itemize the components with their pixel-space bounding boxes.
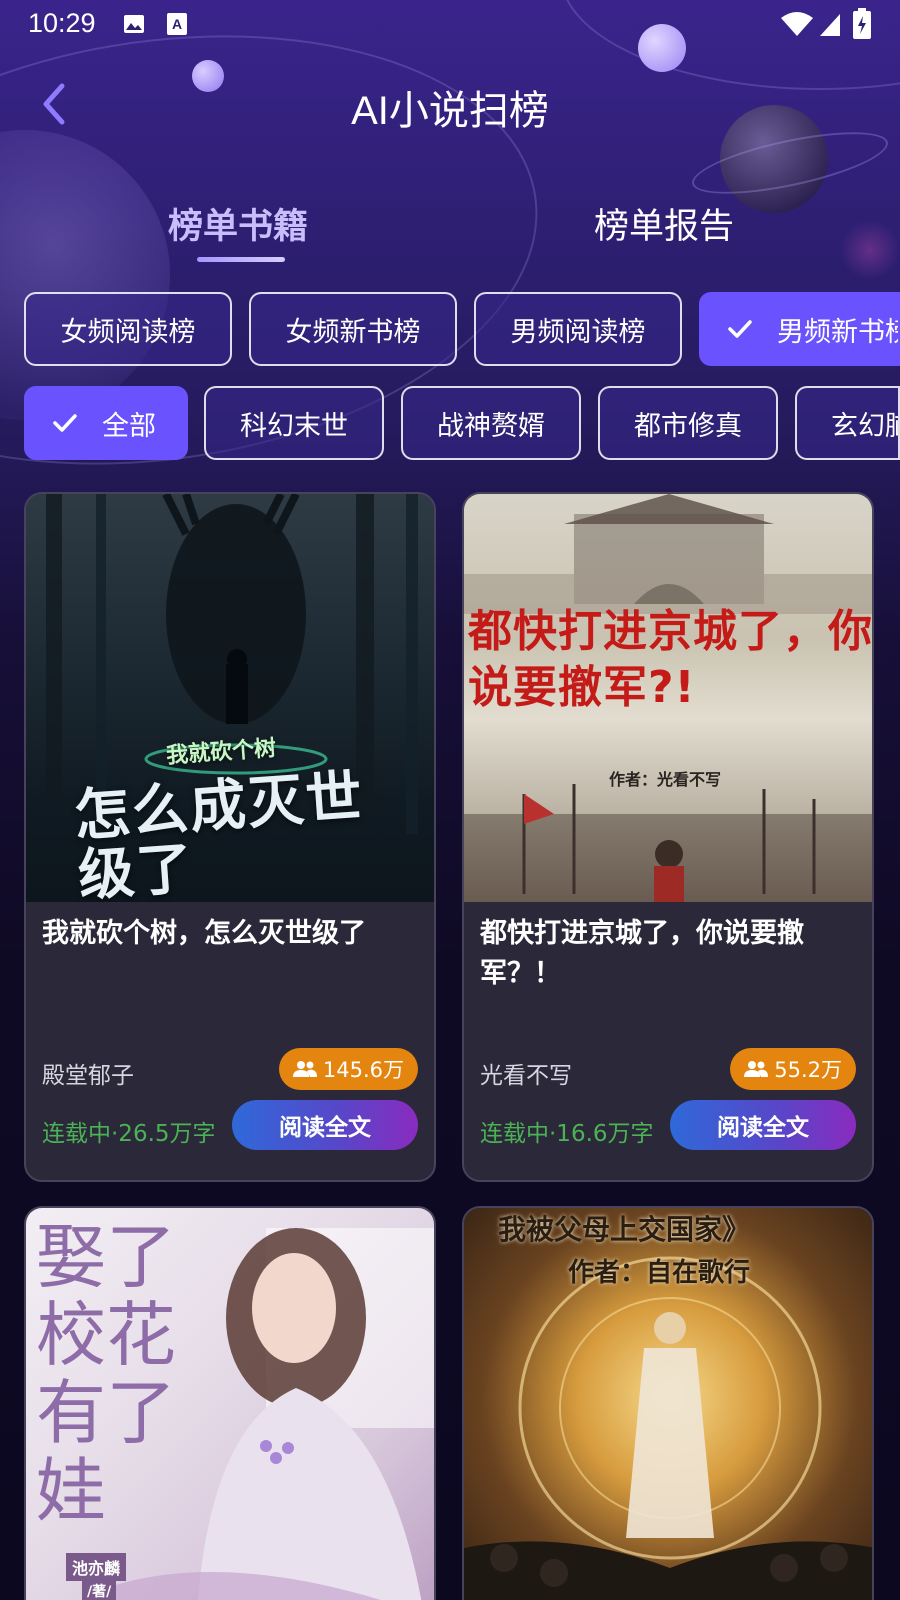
glow: [840, 220, 900, 280]
readers-badge: 55.2万: [730, 1048, 856, 1090]
book-cover: 娶了校花有了娃 池亦麟 /著/: [26, 1208, 434, 1600]
readers-count: 55.2万: [774, 1058, 842, 1082]
people-icon: [292, 1061, 317, 1077]
chip-label: 都市修真: [634, 410, 742, 442]
status-time: 10:29: [28, 8, 96, 38]
chip-label: 全部: [102, 410, 156, 442]
chip-genre-war-god[interactable]: 战神赘婿: [401, 386, 581, 460]
check-icon: [53, 414, 77, 432]
people-icon: [744, 1061, 769, 1077]
chip-label: 女频新书榜: [285, 316, 421, 348]
book-card[interactable]: 我就砍个树 怎么成灭世级了 我就砍个树，怎么灭世级了 殿堂郁子 145.6万 连…: [24, 492, 436, 1182]
chip-label: 男频阅读榜: [510, 316, 646, 348]
chip-label: 男频新书榜: [777, 316, 900, 348]
tab-ranked-reports[interactable]: 榜单报告: [594, 198, 734, 249]
book-author: 殿堂郁子: [42, 1063, 134, 1089]
book-cover: 都快打进京城了，你说要撤军?! 作者：光看不写: [464, 494, 873, 902]
chip-female-reading-rank[interactable]: 女频阅读榜: [24, 292, 232, 366]
cover-title: 娶了校花有了娃: [36, 1216, 176, 1532]
chip-label: 科幻末世: [240, 410, 348, 442]
book-title: 我就砍个树，怎么灭世级了: [42, 918, 366, 949]
readers-badge: 145.6万: [278, 1048, 418, 1090]
status-bar: 10:29 A: [0, 0, 900, 48]
font-icon: A: [167, 13, 187, 35]
chip-genre-scifi[interactable]: 科幻末世: [204, 386, 384, 460]
book-card[interactable]: 我被父母上交国家》 作者：自在歌行: [462, 1206, 874, 1600]
cover-title: 我被父母上交国家》: [498, 1213, 751, 1246]
tab-ranked-books[interactable]: 榜单书籍: [168, 198, 308, 249]
chip-female-new-rank[interactable]: 女频新书榜: [249, 292, 457, 366]
cover-author: 作者：自在歌行: [568, 1258, 751, 1288]
readers-count: 145.6万: [322, 1058, 404, 1082]
image-icon: [124, 15, 144, 33]
cover-author: 池亦麟: [66, 1553, 127, 1581]
book-author: 光看不写: [480, 1063, 572, 1089]
check-icon: [728, 320, 752, 338]
read-full-button[interactable]: 阅读全文: [670, 1100, 856, 1150]
serial-status: 连载中·16.6万字: [480, 1121, 654, 1147]
chip-male-new-rank[interactable]: 男频新书榜: [699, 292, 900, 366]
chip-male-reading-rank[interactable]: 男频阅读榜: [474, 292, 682, 366]
book-card[interactable]: 娶了校花有了娃 池亦麟 /著/: [24, 1206, 436, 1600]
chip-genre-urban[interactable]: 都市修真: [598, 386, 778, 460]
book-cover: 我被父母上交国家》 作者：自在歌行: [464, 1208, 872, 1600]
serial-status: 连载中·26.5万字: [42, 1121, 216, 1147]
chip-label: 玄幻脑: [831, 410, 898, 442]
tab-active-indicator: [197, 257, 285, 262]
book-card[interactable]: 都快打进京城了，你说要撤军?! 作者：光看不写 都快打进京城了，你说要撤军？！ …: [462, 492, 874, 1182]
page-title: AI小说扫榜: [351, 89, 549, 133]
chip-label: 女频阅读榜: [60, 316, 196, 348]
book-cover: 我就砍个树 怎么成灭世级了: [26, 494, 434, 902]
wifi-icon: [781, 12, 813, 36]
read-full-button[interactable]: 阅读全文: [232, 1100, 418, 1150]
cover-title: 都快打进京城了，你说要撤军?!: [468, 606, 873, 713]
chip-label: 战神赘婿: [437, 410, 545, 442]
battery-icon: [853, 8, 871, 39]
signal-icon: [820, 14, 840, 36]
cover-author-note: /著/: [82, 1580, 117, 1600]
cover-title: 怎么成灭世级了: [71, 764, 366, 902]
book-title: 都快打进京城了，你说要撤军？！: [480, 918, 804, 989]
chip-genre-fantasy[interactable]: 玄幻脑: [795, 386, 900, 460]
cover-author: 作者：光看不写: [609, 770, 722, 789]
svg-text:A: A: [172, 16, 182, 32]
chip-genre-all[interactable]: 全部: [24, 386, 188, 460]
